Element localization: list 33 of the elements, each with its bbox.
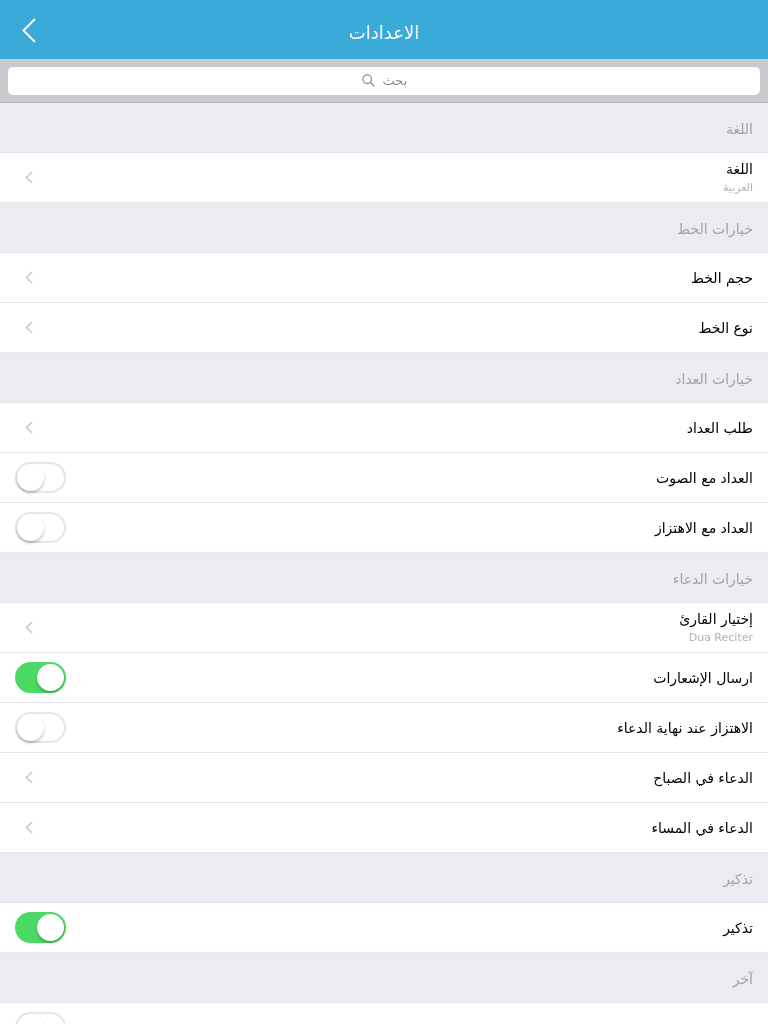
chevron-icon xyxy=(25,321,33,334)
setting-label: العداد مع الصوت xyxy=(656,468,753,487)
section-header: اللغة xyxy=(725,120,753,139)
setting-value: Dua Reciter xyxy=(688,629,753,646)
back-icon xyxy=(22,17,36,43)
section-header: خيارات الخط xyxy=(677,220,753,239)
chevron-icon xyxy=(25,821,33,834)
setting-label: إختيار القارئ xyxy=(679,609,753,628)
setting-label: ارسال الإشعارات xyxy=(653,668,753,687)
setting-label: الاهتزاز عند نهاية الدعاء xyxy=(617,718,753,737)
page-title: الاعدادات xyxy=(348,21,420,45)
search-icon xyxy=(362,74,375,87)
section-header: آخر xyxy=(732,970,753,990)
setting-label: اللغة xyxy=(725,159,753,178)
setting-label: نوع الخط xyxy=(698,318,753,337)
section-header: خيارات العداد xyxy=(675,370,753,389)
setting-label: العداد مع الاهتزاز xyxy=(654,518,753,537)
toggle-switch[interactable] xyxy=(15,912,66,943)
toggle-switch[interactable] xyxy=(15,662,66,693)
setting-value: العربية xyxy=(722,179,753,196)
search-field[interactable]: بحث xyxy=(8,66,760,95)
chevron-icon xyxy=(25,771,33,784)
setting-label: الدعاء في المساء xyxy=(651,818,753,837)
section-header: خيارات الدعاء xyxy=(672,570,753,589)
chevron-icon xyxy=(25,621,33,634)
setting-label: الدعاء في الصباح xyxy=(653,768,753,787)
section-header: تذكير xyxy=(723,870,753,890)
setting-label: طلب العداد xyxy=(686,418,753,437)
chevron-icon xyxy=(25,421,33,434)
setting-label: حجم الخط xyxy=(691,268,753,287)
chevron-icon xyxy=(25,271,33,284)
setting-label: تذكير xyxy=(723,918,753,937)
chevron-icon xyxy=(25,171,33,184)
